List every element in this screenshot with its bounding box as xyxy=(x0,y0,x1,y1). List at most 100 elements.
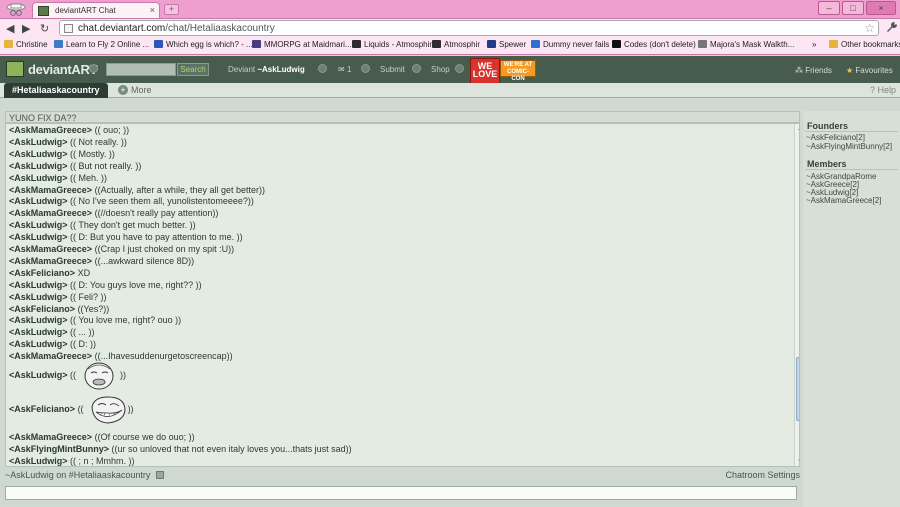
message-author[interactable]: <AskLudwig> xyxy=(9,456,68,466)
scroll-down-icon[interactable]: ▼ xyxy=(796,458,799,466)
message-author[interactable]: <AskMamaGreece> xyxy=(9,185,92,195)
bookmark-item[interactable]: Atmosphir xyxy=(432,40,480,49)
current-user-room: ~AskLudwig on #Hetaliaaskacountry xyxy=(5,470,151,480)
message-author[interactable]: <AskLudwig> xyxy=(9,220,68,230)
favourites-link[interactable]: ★ Favourites xyxy=(846,66,893,75)
user-menu-toggle-icon[interactable] xyxy=(318,64,327,73)
message-author[interactable]: <AskMamaGreece> xyxy=(9,244,92,254)
bookmarks-overflow-button[interactable]: » xyxy=(812,40,816,49)
message-author[interactable]: <AskMamaGreece> xyxy=(9,256,92,266)
maximize-button[interactable]: □ xyxy=(842,1,864,15)
minimize-button[interactable]: – xyxy=(818,1,840,15)
chat-message: <AskFeliciano> ((Yes?)) xyxy=(9,304,109,315)
deviantart-logo-icon[interactable] xyxy=(6,61,24,77)
member-item[interactable]: ~AskMamaGreece[2] xyxy=(806,196,881,205)
search-input[interactable] xyxy=(106,63,176,76)
close-window-button[interactable]: × xyxy=(866,1,896,15)
submit-menu-icon[interactable] xyxy=(412,64,421,73)
bookmark-item[interactable]: MMORPG at Maidmari... xyxy=(252,40,352,49)
folder-icon xyxy=(4,40,13,48)
message-author[interactable]: <AskLudwig> xyxy=(9,339,68,349)
messages-menu-icon[interactable] xyxy=(361,64,370,73)
tab-hetaliaaskacountry[interactable]: #Hetaliaaskacountry xyxy=(4,83,108,98)
reload-button[interactable]: ↻ xyxy=(40,22,49,35)
message-author[interactable]: <AskMamaGreece> xyxy=(9,432,92,442)
founder-item[interactable]: ~AskFlyingMintBunny[2] xyxy=(806,142,892,151)
shop-link[interactable]: Shop xyxy=(431,65,450,74)
message-author[interactable]: <AskLudwig> xyxy=(9,196,68,206)
bookmark-item[interactable]: Learn to Fly 2 Online ... xyxy=(54,40,149,49)
message-text: (( D: You guys love me, right?? )) xyxy=(70,279,202,290)
more-tabs-button[interactable]: + More xyxy=(118,85,152,95)
bookmark-item[interactable]: Dummy never fails xyxy=(531,40,609,49)
chat-message: <AskLudwig> (( D: But you have to pay at… xyxy=(9,232,243,243)
friends-link[interactable]: ⁂ Friends xyxy=(795,66,832,75)
bookmark-item[interactable]: Liquids - Atmosphir xyxy=(352,40,432,49)
message-author[interactable]: <AskLudwig> xyxy=(9,173,68,183)
bookmark-item[interactable]: Which egg is which? - ... xyxy=(154,40,253,49)
submit-link[interactable]: Submit xyxy=(380,65,405,74)
chat-log[interactable]: <AskMamaGreece> (( ouo; )) <AskLudwig> ((… xyxy=(5,123,800,467)
address-bar[interactable]: chat.deviantart.com/chat/Hetaliaaskacoun… xyxy=(59,20,879,36)
deviant-menu[interactable]: Deviant ~AskLudwig xyxy=(228,65,305,74)
message-author[interactable]: <AskLudwig> xyxy=(9,232,68,242)
message-author[interactable]: <AskLudwig> xyxy=(9,161,68,171)
new-tab-button[interactable]: + xyxy=(164,4,179,15)
message-author[interactable]: <AskLudwig> xyxy=(9,149,68,159)
shop-menu-icon[interactable] xyxy=(455,64,464,73)
bookmark-star-icon[interactable]: ☆ xyxy=(864,21,875,35)
message-author[interactable]: <AskLudwig> xyxy=(9,327,68,337)
messages-count: 1 xyxy=(346,65,352,74)
menu-toggle-icon[interactable] xyxy=(89,64,98,73)
message-author[interactable]: <AskFeliciano> xyxy=(9,268,75,278)
bookmark-favicon-icon xyxy=(698,40,707,48)
bookmark-item[interactable]: Christine xyxy=(4,40,48,49)
message-author[interactable]: <AskMamaGreece> xyxy=(9,125,92,135)
chat-scrollbar[interactable]: ▲ ▼ xyxy=(794,124,799,466)
forward-button[interactable]: ▶ xyxy=(22,22,30,35)
message-author[interactable]: <AskMamaGreece> xyxy=(9,208,92,218)
tab-title: deviantART Chat xyxy=(55,6,116,15)
scroll-up-icon[interactable]: ▲ xyxy=(796,125,799,134)
message-author[interactable]: <AskLudwig> xyxy=(9,370,68,380)
wrench-icon[interactable] xyxy=(886,21,898,36)
bookmark-item[interactable]: Codes (don't delete) xyxy=(612,40,696,49)
message-text: ((...awkward silence 8D)) xyxy=(94,255,195,266)
founders-heading: Founders xyxy=(807,121,849,131)
username: ~AskLudwig xyxy=(257,65,305,74)
deviantart-wordmark[interactable]: deviantART xyxy=(28,62,98,77)
message-text: (( ... )) xyxy=(70,327,95,338)
message-text: (( Meh. )) xyxy=(70,172,108,183)
browser-tab[interactable]: deviantART Chat × xyxy=(32,2,160,18)
chat-status-row: ~AskLudwig on #Hetaliaaskacountry Chatro… xyxy=(5,470,800,482)
other-bookmarks[interactable]: Other bookmarks xyxy=(829,40,900,49)
chat-message-input[interactable] xyxy=(5,486,797,500)
chat-message: <AskLudwig> (( But not really. )) xyxy=(9,161,141,172)
search-button[interactable]: Search xyxy=(177,63,209,76)
message-author[interactable]: <AskFlyingMintBunny> xyxy=(9,444,109,454)
bookmark-item[interactable]: Spewer xyxy=(487,40,526,49)
message-author[interactable]: <AskFeliciano> xyxy=(9,404,75,414)
message-author[interactable]: <AskLudwig> xyxy=(9,280,68,290)
founder-item[interactable]: ~AskFeliciano[2] xyxy=(806,133,865,142)
message-text: )) xyxy=(127,404,134,414)
help-link[interactable]: ? Help xyxy=(870,85,896,95)
message-author[interactable]: <AskLudwig> xyxy=(9,137,68,147)
back-button[interactable]: ◀ xyxy=(6,22,14,35)
close-tab-icon[interactable]: × xyxy=(150,5,155,15)
chat-message: <AskMamaGreece> ((Actually, after a whil… xyxy=(9,185,265,196)
chatroom-settings-link[interactable]: Chatroom Settings xyxy=(725,470,800,480)
message-author[interactable]: <AskFeliciano> xyxy=(9,304,75,314)
deviantart-header: deviantART Search Deviant ~AskLudwig ✉ 1… xyxy=(0,56,900,83)
message-text: ((Of course we do ouo; )) xyxy=(94,432,195,442)
away-toggle-icon[interactable] xyxy=(156,471,165,479)
comic-con-badge[interactable]: WE'RE AT COMIC-CON xyxy=(500,60,536,82)
message-author[interactable]: <AskLudwig> xyxy=(9,315,68,325)
bookmark-item[interactable]: Majora's Mask Walkth... xyxy=(698,40,794,49)
message-text: (( D: )) xyxy=(70,339,97,350)
message-author[interactable]: <AskLudwig> xyxy=(9,292,68,302)
url-path: /chat/Hetaliaaskacountry xyxy=(165,23,275,34)
message-text: ((ur so unloved that not even italy love… xyxy=(111,443,352,454)
messages-button[interactable]: ✉ 1 xyxy=(338,65,351,74)
scrollbar-thumb[interactable] xyxy=(796,357,799,421)
